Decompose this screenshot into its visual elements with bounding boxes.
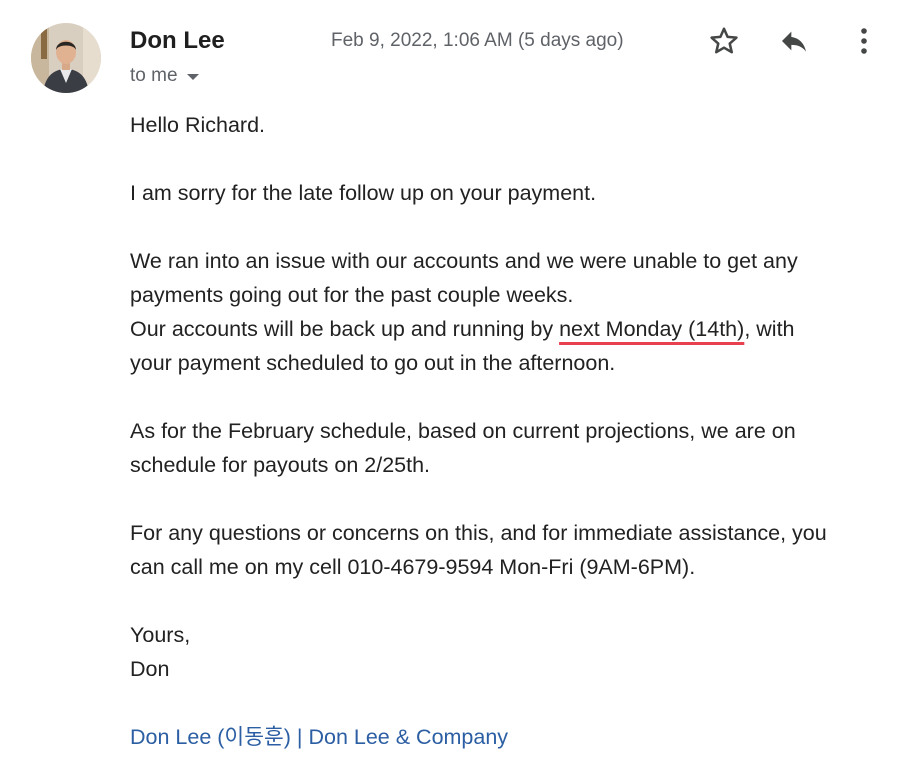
sender-name: Don Lee [130, 27, 225, 54]
contact-line-2: can call me on my cell 010-4679-9594 Mon… [130, 555, 696, 579]
star-icon [710, 27, 738, 54]
account-issue-line-1: We ran into an issue with our accounts a… [130, 249, 798, 273]
signature: Don Lee (이동훈) | Don Lee & Company [130, 720, 890, 754]
closing-text: Yours, [130, 623, 191, 647]
sign-off-name: Don [130, 657, 170, 681]
signature-company-link[interactable]: Don Lee & Company [308, 725, 508, 749]
reply-button[interactable] [776, 23, 812, 59]
reply-icon [782, 31, 806, 52]
schedule-line-1: As for the February schedule, based on c… [130, 419, 796, 443]
email-date: Feb 9, 2022, 1:06 AM (5 days ago) [331, 30, 624, 51]
paragraph-apology: I am sorry for the late follow up on you… [130, 176, 890, 210]
greeting-text: Hello Richard. [130, 113, 266, 137]
paragraph-account-issue: We ran into an issue with our accounts a… [130, 244, 890, 380]
signature-separator: | [290, 725, 309, 749]
email-body: Hello Richard. I am sorry for the late f… [130, 108, 890, 765]
contact-line-1: For any questions or concerns on this, a… [130, 521, 827, 545]
schedule-line-2: schedule for payouts on 2/25th. [130, 453, 431, 477]
more-options-button[interactable] [846, 23, 882, 59]
paragraph-contact: For any questions or concerns on this, a… [130, 516, 890, 584]
email-message: Don Lee to me Feb 9, 2022, 1:06 AM (5 da… [0, 0, 908, 765]
account-issue-line-3-start: Our accounts will be back up and running… [130, 317, 560, 341]
highlighted-date-text: next Monday (14th) [559, 317, 745, 341]
recipient-details-toggle[interactable]: to me [130, 64, 199, 88]
more-vertical-icon [861, 28, 867, 54]
account-issue-line-3-end: , with [744, 317, 795, 341]
account-issue-line-2: payments going out for the past couple w… [130, 283, 574, 307]
greeting: Hello Richard. [130, 108, 890, 142]
account-issue-line-4: your payment scheduled to go out in the … [130, 351, 616, 375]
chevron-down-icon [186, 74, 199, 80]
paragraph-february-schedule: As for the February schedule, based on c… [130, 414, 890, 482]
star-button[interactable] [706, 23, 742, 59]
avatar[interactable] [31, 23, 101, 93]
person-photo-icon [31, 23, 101, 93]
signature-name-link[interactable]: Don Lee (이동훈) [130, 725, 291, 749]
apology-text: I am sorry for the late follow up on you… [130, 181, 597, 205]
recipient-label: to me [130, 65, 178, 86]
closing: Yours, Don [130, 618, 890, 686]
